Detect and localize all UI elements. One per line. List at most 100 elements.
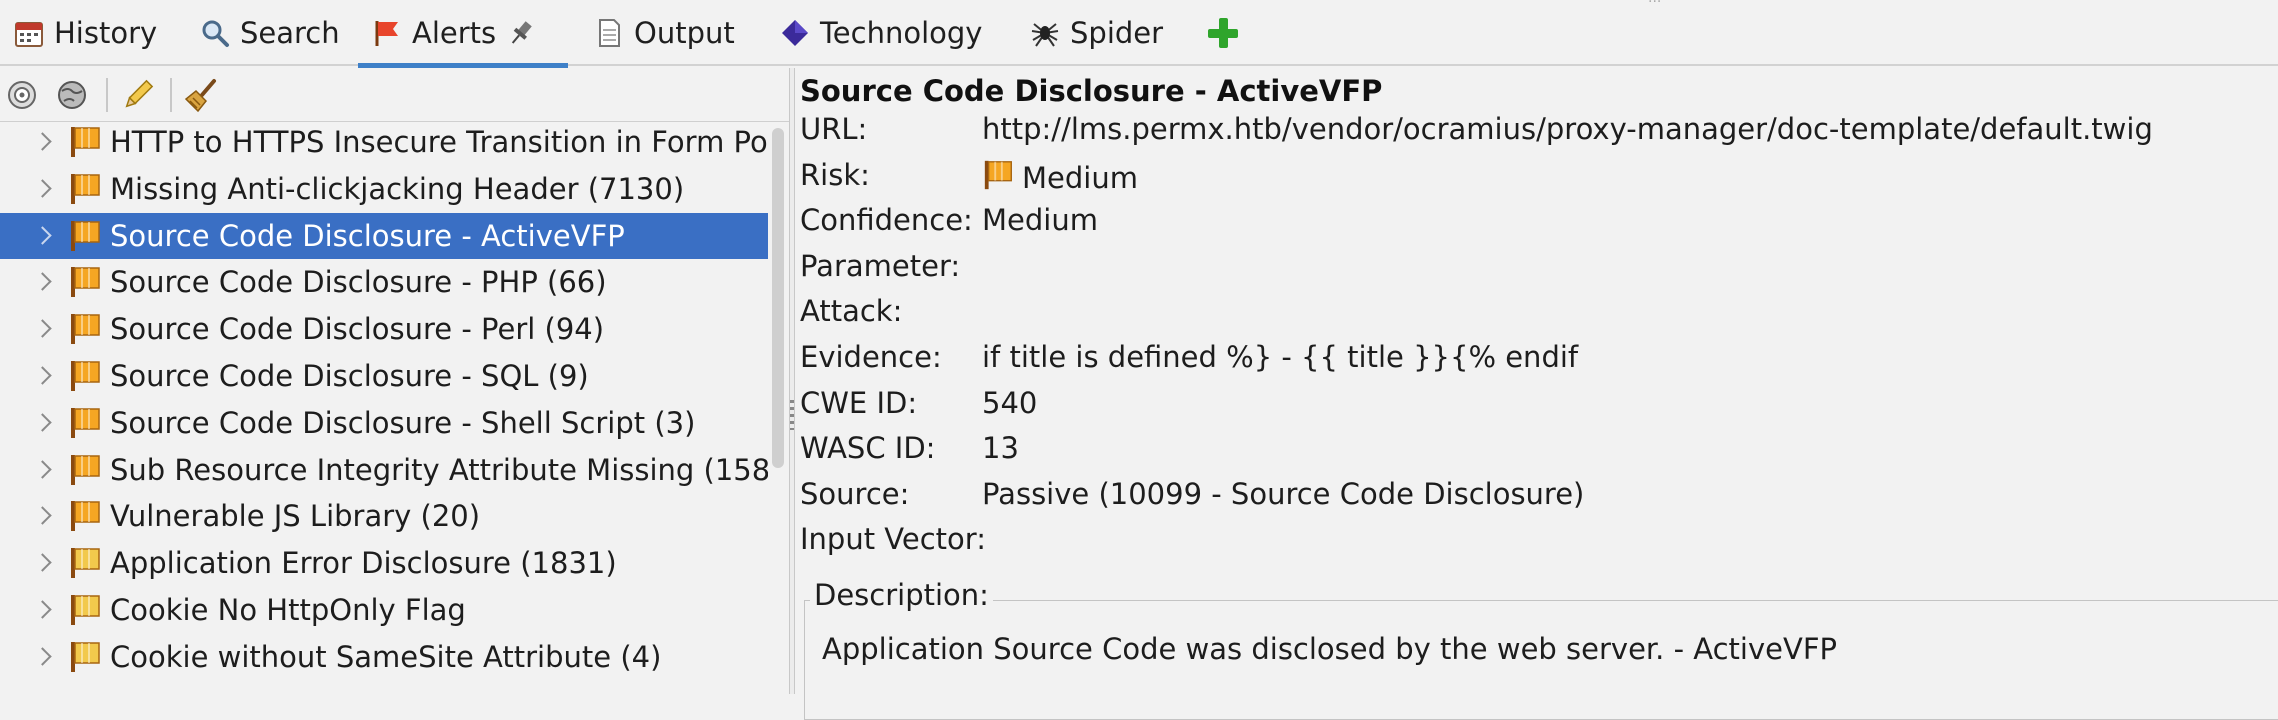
alert-tree-label: Source Code Disclosure - Shell Script (3… — [110, 405, 696, 440]
field-value[interactable]: Medium — [982, 203, 1098, 237]
field-label: Parameter: — [800, 248, 961, 283]
broom-icon[interactable] — [184, 77, 220, 113]
flag-icon — [68, 639, 104, 675]
alert-tree-row[interactable]: Missing Anti-clickjacking Header (7130) — [0, 166, 768, 212]
field-label: Source: — [800, 476, 910, 511]
field-label: WASC ID: — [800, 431, 936, 466]
pane-splitter[interactable] — [789, 68, 795, 694]
flag-icon — [68, 405, 104, 441]
target-icon[interactable] — [4, 77, 40, 113]
description-label: Description: — [810, 578, 993, 612]
tab-history[interactable]: History — [0, 0, 171, 66]
chevron-right-icon[interactable] — [0, 353, 68, 399]
chevron-right-icon[interactable] — [0, 124, 68, 165]
alert-tree-label: Cookie without SameSite Attribute (4) — [110, 639, 662, 674]
alert-tree-row[interactable]: Source Code Disclosure - Perl (94) — [0, 306, 768, 352]
alert-tree-row[interactable]: Vulnerable JS Library (20) — [0, 493, 768, 539]
alert-tree-row[interactable]: Source Code Disclosure - SQL (9) — [0, 353, 768, 399]
pencil-icon[interactable] — [120, 77, 156, 113]
splitter-grip[interactable] — [790, 400, 794, 430]
field-value[interactable]: Medium — [982, 158, 1138, 199]
spider-icon — [1030, 18, 1060, 48]
alerts-toolbar — [0, 68, 792, 122]
globe-icon[interactable] — [54, 77, 90, 113]
alert-tree-row[interactable]: Source Code Disclosure - ActiveVFP — [0, 212, 768, 259]
field-value-text: if title is defined %} - {{ title }}{% e… — [982, 340, 1579, 374]
alert-tree-row[interactable]: Application Error Disclosure (1831) — [0, 540, 768, 586]
field-value-text: http://lms.permx.htb/vendor/ocramius/pro… — [982, 112, 2153, 146]
alert-tree-label: Cookie No HttpOnly Flag — [110, 593, 466, 627]
tab-search[interactable]: Search — [186, 0, 354, 66]
flag-icon — [372, 18, 402, 48]
alert-tree-label: Vulnerable JS Library (20) — [110, 499, 481, 534]
chevron-right-icon[interactable] — [0, 634, 68, 680]
flag-icon — [68, 358, 104, 394]
field-value[interactable]: http://lms.permx.htb/vendor/ocramius/pro… — [982, 112, 2153, 146]
flag-icon — [68, 124, 104, 160]
pin-icon[interactable] — [506, 18, 536, 48]
chevron-right-icon[interactable] — [0, 587, 68, 633]
alert-tree-label: Source Code Disclosure - ActiveVFP — [110, 218, 625, 253]
alert-tree-label: Source Code Disclosure - PHP (66) — [110, 265, 607, 300]
alert-tree-row[interactable]: Cookie No HttpOnly Flag — [0, 587, 768, 633]
alert-tree-label: HTTP to HTTPS Insecure Transition in For… — [110, 125, 768, 159]
alert-tree-label: Sub Resource Integrity Attribute Missing… — [110, 452, 768, 487]
magnifier-icon — [200, 18, 230, 48]
drag-grip[interactable]: ··· — [1648, 0, 1678, 9]
alert-tree-row[interactable]: Source Code Disclosure - PHP (66) — [0, 259, 768, 305]
flag-icon — [982, 158, 1016, 199]
flag-icon — [68, 452, 104, 488]
tab-label: Output — [634, 16, 735, 50]
tab-label: Search — [240, 16, 340, 50]
chevron-right-icon[interactable] — [0, 493, 68, 539]
field-label: Input Vector: — [800, 522, 986, 557]
add-tab-plus-icon[interactable] — [1206, 16, 1240, 50]
alert-tree-label: Source Code Disclosure - SQL (9) — [110, 359, 589, 393]
field-value-text: Medium — [982, 203, 1098, 238]
chevron-right-icon[interactable] — [0, 400, 68, 446]
field-value-text: 540 — [982, 385, 1038, 420]
alert-tree-label: Application Error Disclosure (1831) — [110, 546, 617, 581]
chevron-right-icon[interactable] — [0, 166, 68, 212]
chevron-right-icon[interactable] — [0, 259, 68, 305]
flag-icon — [68, 311, 104, 347]
flag-icon — [68, 545, 104, 581]
description-text[interactable]: Application Source Code was disclosed by… — [822, 632, 1837, 666]
tab-label: Alerts — [412, 16, 497, 50]
chevron-right-icon[interactable] — [0, 213, 68, 259]
flag-icon — [68, 592, 104, 628]
chevron-right-icon[interactable] — [0, 306, 68, 352]
alert-tree-row[interactable]: Cookie without SameSite Attribute (4) — [0, 634, 768, 680]
chevron-right-icon[interactable] — [0, 540, 68, 586]
field-value[interactable]: Passive (10099 - Source Code Disclosure) — [982, 477, 1584, 511]
alert-title: Source Code Disclosure - ActiveVFP — [800, 74, 1383, 108]
tree-scrollbar[interactable] — [772, 128, 784, 468]
tab-spider[interactable]: Spider — [1016, 0, 1177, 66]
field-value[interactable]: 13 — [982, 431, 1019, 465]
alert-tree-row[interactable]: Sub Resource Integrity Attribute Missing… — [0, 447, 768, 493]
tab-label: Technology — [820, 16, 983, 50]
alerts-tree-pane: HTTP to HTTPS Insecure Transition in For… — [0, 68, 792, 694]
field-label: URL: — [800, 112, 868, 146]
alert-tree-label: Source Code Disclosure - Perl (94) — [110, 312, 605, 347]
tab-label: History — [54, 16, 158, 50]
tab-technology[interactable]: Technology — [766, 0, 996, 66]
alerts-tree: HTTP to HTTPS Insecure Transition in For… — [0, 124, 768, 694]
alert-tree-row[interactable]: HTTP to HTTPS Insecure Transition in For… — [0, 124, 768, 165]
alert-tree-row[interactable]: Source Code Disclosure - Shell Script (3… — [0, 400, 768, 446]
tab-output[interactable]: Output — [580, 0, 749, 66]
calendar-icon — [14, 18, 44, 48]
flag-icon — [68, 218, 104, 254]
tab-bar: History Search Alerts Output Technology … — [0, 0, 2278, 68]
field-value[interactable]: if title is defined %} - {{ title }}{% e… — [982, 340, 1578, 374]
field-label: Risk: — [800, 157, 870, 192]
cube-icon — [780, 18, 810, 48]
document-icon — [594, 18, 624, 48]
field-label: CWE ID: — [800, 385, 918, 420]
flag-icon — [68, 171, 104, 207]
field-label: Attack: — [800, 294, 903, 329]
tab-alerts[interactable]: Alerts — [358, 0, 568, 68]
chevron-right-icon[interactable] — [0, 447, 68, 493]
field-value[interactable]: 540 — [982, 386, 1037, 420]
alert-tree-label: Missing Anti-clickjacking Header (7130) — [110, 171, 685, 206]
